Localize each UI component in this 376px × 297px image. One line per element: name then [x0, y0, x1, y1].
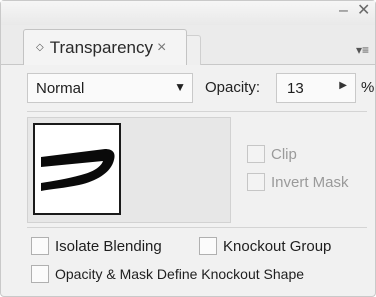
opacity-stepper-icon[interactable]: ▶	[339, 80, 347, 91]
tab-label: Transparency	[49, 37, 154, 57]
opacity-field[interactable]: 13 ▶	[276, 73, 356, 103]
tab-close-icon[interactable]: ×	[157, 39, 166, 57]
opacity-label: Opacity:	[205, 79, 261, 96]
invert-mask-label: Invert Mask	[271, 173, 349, 191]
artwork-thumbnail[interactable]	[33, 123, 121, 215]
brush-stroke-thumbnail	[41, 149, 115, 191]
invert-mask-checkbox-row[interactable]: Invert Mask	[247, 173, 349, 191]
clip-checkbox-row[interactable]: Clip	[247, 145, 297, 163]
clip-label: Clip	[271, 145, 297, 163]
chevron-down-icon[interactable]: ▼	[174, 80, 186, 94]
tab-edge	[187, 35, 201, 65]
transparency-panel: – ✕ ◇ Transparency × ▾≡ Normal ▼ Opacity…	[0, 0, 376, 297]
isolate-blending-row[interactable]: Isolate Blending	[31, 237, 162, 255]
divider	[27, 111, 367, 112]
blend-mode-value: Normal	[36, 79, 85, 97]
minimize-button[interactable]: –	[339, 2, 348, 20]
invert-mask-checkbox[interactable]	[247, 173, 265, 191]
opacity-mask-knockout-label: Opacity & Mask Define Knockout Shape	[55, 266, 305, 282]
knockout-group-row[interactable]: Knockout Group	[199, 237, 331, 255]
panel-menu-icon[interactable]: ▾≡	[356, 43, 369, 57]
opacity-value: 13	[287, 79, 304, 97]
divider	[27, 227, 367, 228]
tab-drag-icon: ◇	[36, 42, 44, 53]
opacity-mask-knockout-row[interactable]: Opacity & Mask Define Knockout Shape	[31, 265, 304, 283]
blend-mode-dropdown[interactable]: Normal ▼	[27, 73, 193, 103]
tab-strip: ◇ Transparency × ▾≡	[1, 25, 375, 65]
knockout-group-checkbox[interactable]	[199, 237, 217, 255]
opacity-mask-knockout-checkbox[interactable]	[31, 265, 49, 283]
tab-transparency[interactable]: ◇ Transparency ×	[23, 29, 187, 65]
percent-label: %	[361, 79, 375, 96]
clip-checkbox[interactable]	[247, 145, 265, 163]
close-panel-button[interactable]: ✕	[357, 2, 370, 20]
knockout-group-label: Knockout Group	[223, 237, 332, 255]
isolate-blending-label: Isolate Blending	[55, 237, 162, 255]
panel-titlebar[interactable]: – ✕	[1, 1, 375, 25]
isolate-blending-checkbox[interactable]	[31, 237, 49, 255]
